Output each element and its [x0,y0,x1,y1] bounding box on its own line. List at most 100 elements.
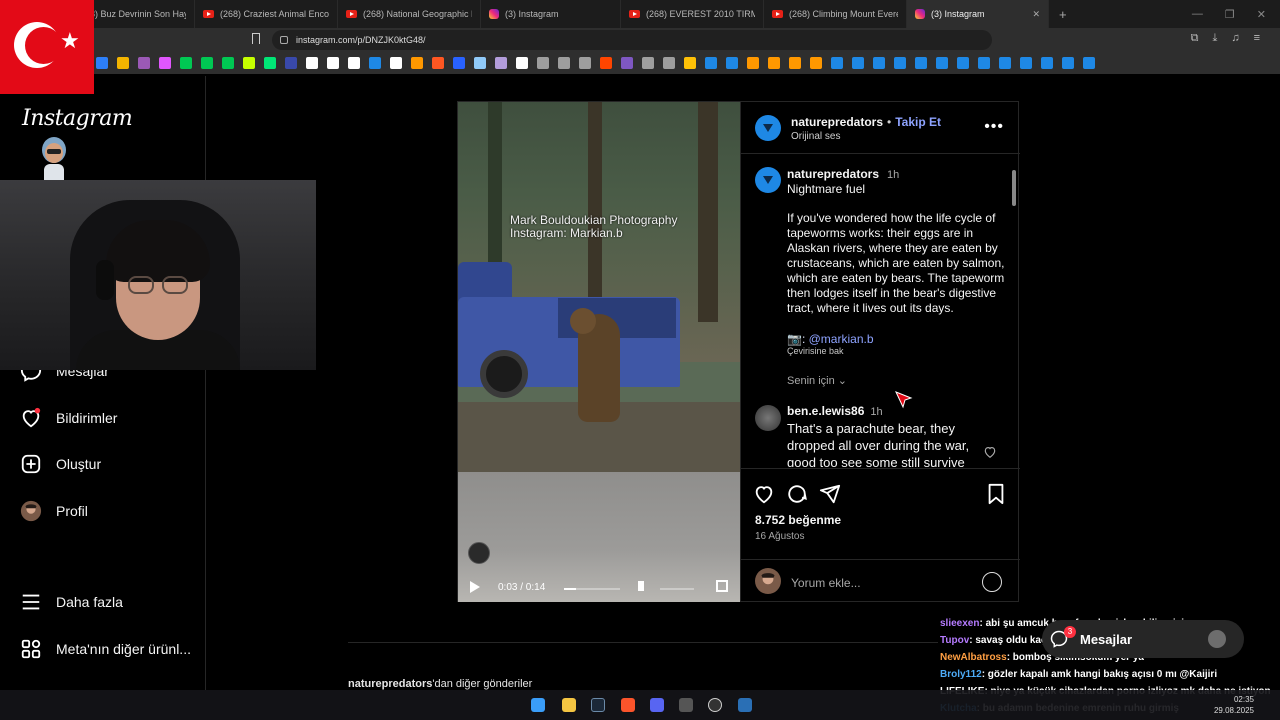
bookmark-icon[interactable] [411,57,423,69]
browser-tab[interactable]: (3) Instagram ✕ [907,0,1049,28]
bookmark-icon[interactable] [495,57,507,69]
chat-username[interactable]: Tupov [940,635,969,646]
browser-tab[interactable]: (3) Instagram [481,0,621,28]
bookmark-icon[interactable] [621,57,633,69]
comment-like-icon[interactable] [983,445,997,459]
bookmark-icon[interactable] [915,57,927,69]
bookmark-icon[interactable] [432,57,444,69]
comments-scrollbar[interactable] [1011,160,1017,472]
close-tab-icon[interactable]: ✕ [1032,9,1040,20]
bookmark-icon[interactable] [600,57,612,69]
bookmark-icon[interactable] [978,57,990,69]
bookmark-icon[interactable] [369,57,381,69]
bookmark-icon[interactable] [747,57,759,69]
bookmark-icon[interactable] [999,57,1011,69]
for-you-dropdown[interactable]: Senin için ⌄ [787,374,847,387]
bookmark-icon[interactable] [894,57,906,69]
instagram-logo[interactable]: Instagram [22,106,133,131]
credit-link[interactable]: @markian.b [809,332,874,346]
bookmark-icon[interactable] [663,57,675,69]
nav-profile[interactable]: Profil [20,500,88,522]
browser-tab[interactable]: (268) Craziest Animal Encount [195,0,338,28]
chat-username[interactable]: slieexen [940,618,979,629]
bookmark-icon[interactable] [516,57,528,69]
browser-tab[interactable]: (268) Climbing Mount Everest [764,0,907,28]
bookmark-icon[interactable] [474,57,486,69]
likes-count[interactable]: 8.752 beğenme [755,513,841,527]
network-app-icon[interactable] [738,698,752,712]
new-tab-icon[interactable]: + [1049,7,1077,22]
fullscreen-icon[interactable] [716,580,728,592]
bookmark-icon[interactable] [957,57,969,69]
commenter-avatar[interactable] [755,405,781,431]
steam-icon[interactable] [591,698,605,712]
discord-icon[interactable] [650,698,664,712]
video-progress-bar[interactable] [564,588,620,590]
maximize-icon[interactable]: ❐ [1225,8,1235,21]
author-username[interactable]: naturepredators [791,115,883,129]
play-icon[interactable] [470,581,480,593]
nav-more[interactable]: Daha fazla [20,591,123,613]
bookmark-icon[interactable] [579,57,591,69]
audio-label[interactable]: Orijinal ses [791,131,840,142]
start-icon[interactable] [531,698,545,712]
bookmark-icon[interactable] [1041,57,1053,69]
like-icon[interactable] [753,483,775,505]
downloads-icon[interactable]: ⤓ [1212,32,1217,45]
comment-input[interactable]: Yorum ekle... [791,576,861,590]
follow-button[interactable]: Takip Et [895,115,941,129]
bookmark-icon[interactable] [936,57,948,69]
bookmark-icon[interactable] [768,57,780,69]
bookmark-page-icon[interactable] [252,33,260,44]
close-window-icon[interactable]: ✕ [1257,8,1266,21]
bookmark-icon[interactable] [642,57,654,69]
bookmark-icon[interactable] [810,57,822,69]
media-icon[interactable]: ♫ [1231,32,1239,45]
bookmark-icon[interactable] [306,57,318,69]
post-video[interactable]: Mark Bouldoukian Photography Instagram: … [458,102,740,602]
bookmark-icon[interactable] [222,57,234,69]
translate-link[interactable]: Çevirisine bak [787,346,844,356]
bookmark-icon[interactable] [873,57,885,69]
bookmark-icon[interactable] [1062,57,1074,69]
bookmark-icon[interactable] [726,57,738,69]
nav-create[interactable]: Oluştur [20,453,101,475]
bookmark-icon[interactable] [243,57,255,69]
volume-slider[interactable] [660,588,694,590]
minimize-icon[interactable]: — [1192,8,1203,20]
bookmark-icon[interactable] [180,57,192,69]
nav-meta-products[interactable]: Meta'nın diğer ürünl... [20,638,191,660]
bookmark-icon[interactable] [159,57,171,69]
nav-notifications[interactable]: Bildirimler [20,407,117,429]
bookmark-icon[interactable] [684,57,696,69]
volume-icon[interactable] [638,581,644,591]
bookmark-icon[interactable] [264,57,276,69]
browser-menu-icon[interactable]: ≡ [1254,32,1260,45]
caption-avatar[interactable] [755,167,781,193]
save-icon[interactable] [986,483,1006,505]
caption-username[interactable]: naturepredators [787,167,879,181]
bookmark-icon[interactable] [789,57,801,69]
url-field[interactable]: instagram.com/p/DNZJK0ktG48/ [272,30,992,50]
bookmark-icon[interactable] [558,57,570,69]
commenter-username[interactable]: ben.e.lewis86 [787,404,864,418]
bookmark-icon[interactable] [348,57,360,69]
system-clock[interactable]: 02:35 29.08.2025 [1214,694,1254,716]
app-icon[interactable] [679,698,693,712]
bookmark-icon[interactable] [1020,57,1032,69]
extensions-icon[interactable]: ⧉ [1191,32,1199,45]
chat-username[interactable]: Broly112 [940,669,982,680]
browser-tab[interactable]: (268) National Geographic Kur [338,0,481,28]
share-icon[interactable] [819,483,841,505]
author-avatar[interactable] [755,115,781,141]
bookmark-icon[interactable] [201,57,213,69]
bookmark-icon[interactable] [705,57,717,69]
bookmark-icon[interactable] [453,57,465,69]
tagged-users-icon[interactable] [468,542,490,564]
bookmark-icon[interactable] [327,57,339,69]
bookmark-icon[interactable] [285,57,297,69]
chat-username[interactable]: NewAlbatross [940,652,1007,663]
brave-icon[interactable] [621,698,635,712]
bookmark-icon[interactable] [831,57,843,69]
bookmark-icon[interactable] [537,57,549,69]
